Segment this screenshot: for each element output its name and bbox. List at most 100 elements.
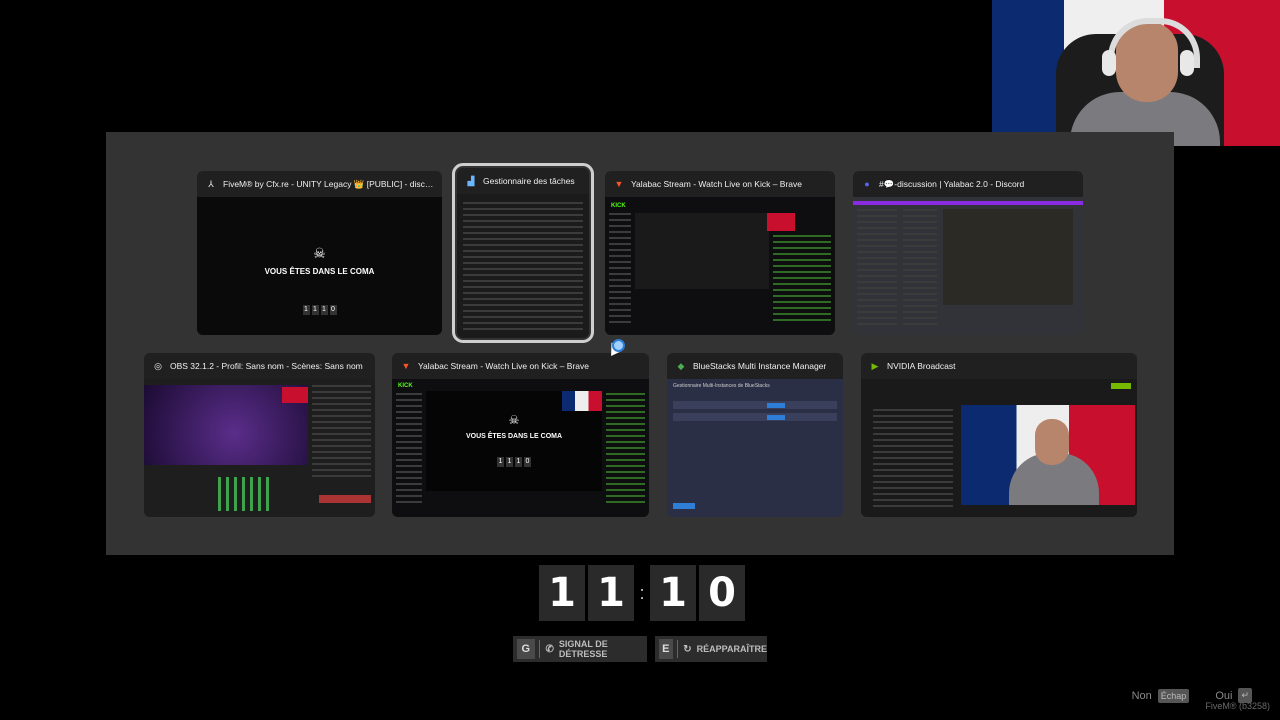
coma-text: VOUS ÊTES DANS LE COMA xyxy=(465,433,563,440)
escape-key: Échap xyxy=(1157,688,1190,703)
distress-key: G xyxy=(517,639,535,659)
chat-list xyxy=(773,235,831,323)
instance-row xyxy=(673,413,837,421)
mini-digit: 0 xyxy=(329,305,337,315)
brave-icon: ▼ xyxy=(401,361,411,371)
window-titlebar: ⅄ FiveM® by Cfx.re - UNITY Legacy 👑 [PUB… xyxy=(197,171,442,197)
bluestacks-heading: Gestionnaire Multi-Instances de BlueStac… xyxy=(673,383,770,389)
bluestacks-icon: ◆ xyxy=(677,360,685,371)
stream-video xyxy=(635,213,769,289)
timer-colon: : xyxy=(639,582,645,603)
flag-blue-stripe xyxy=(992,0,1064,146)
window-titlebar: ◎ OBS 32.1.2 - Profil: Sans nom - Scènes… xyxy=(144,353,375,379)
mini-digit: 1 xyxy=(497,457,504,467)
webcam-preview xyxy=(767,213,795,231)
mini-digit: 1 xyxy=(311,305,319,315)
window-thumbnail: KICK ☠ VOUS ÊTES DANS LE COMA 1 1 1 0 xyxy=(392,379,649,517)
distress-label: SIGNAL DE DÉTRESSE xyxy=(558,639,608,659)
window-titlebar: ▶ NVIDIA Broadcast xyxy=(861,353,1137,379)
window-titlebar: ▟ Gestionnaire des tâches xyxy=(457,168,589,194)
discord-icon: ● xyxy=(864,179,870,189)
window-thumbnail xyxy=(853,197,1083,335)
window-title: OBS 32.1.2 - Profil: Sans nom - Scènes: … xyxy=(170,361,363,371)
chat-list xyxy=(606,393,645,505)
respawn-key: E xyxy=(659,639,673,659)
obs-chat xyxy=(312,385,371,477)
coma-text: VOUS ÊTES DANS LE COMA xyxy=(264,267,375,276)
channel-list xyxy=(857,209,897,325)
window-thumbnail: KICK xyxy=(605,197,835,335)
timer-digit: 1 xyxy=(539,565,585,621)
respawn-label: RÉAPPARAÎTRE xyxy=(696,644,767,654)
window-kick-brave[interactable]: ▼ Yalabac Stream - Watch Live on Kick – … xyxy=(605,171,835,335)
window-title: NVIDIA Broadcast xyxy=(887,361,956,371)
brave-icon: ▼ xyxy=(614,179,624,189)
timer-digit: 1 xyxy=(588,565,634,621)
window-title: BlueStacks Multi Instance Manager xyxy=(693,361,827,371)
window-titlebar: ▼ Yalabac Stream - Watch Live on Kick – … xyxy=(605,171,835,197)
window-titlebar: ▼ Yalabac Stream - Watch Live on Kick – … xyxy=(392,353,649,379)
loading-icon xyxy=(612,339,625,352)
stop-streaming-button xyxy=(319,495,371,503)
respawn-hint[interactable]: E ↻ RÉAPPARAÎTRE xyxy=(655,636,767,662)
distress-signal-hint[interactable]: G ✆ SIGNAL DE DÉTRESSE xyxy=(513,636,647,662)
window-title: Gestionnaire des tâches xyxy=(483,176,575,186)
phone-icon: ✆ xyxy=(545,643,554,655)
window-thumbnail xyxy=(861,379,1137,517)
no-label[interactable]: Non xyxy=(1132,690,1152,702)
instance-row xyxy=(673,401,837,409)
preview-head xyxy=(1035,419,1069,465)
window-obs[interactable]: ◎ OBS 32.1.2 - Profil: Sans nom - Scènes… xyxy=(144,353,375,517)
window-title: FiveM® by Cfx.re - UNITY Legacy 👑 [PUBLI… xyxy=(223,178,434,189)
process-list xyxy=(463,202,583,332)
timer-digit: 1 xyxy=(650,565,696,621)
window-titlebar: ● #💬-discussion | Yalabac 2.0 - Discord xyxy=(853,171,1083,197)
window-nvidia-broadcast[interactable]: ▶ NVIDIA Broadcast xyxy=(861,353,1137,517)
window-switcher: ⅄ FiveM® by Cfx.re - UNITY Legacy 👑 [PUB… xyxy=(106,132,1174,555)
window-title: Yalabac Stream - Watch Live on Kick – Br… xyxy=(418,361,590,371)
window-fivem[interactable]: ⅄ FiveM® by Cfx.re - UNITY Legacy 👑 [PUB… xyxy=(197,171,442,335)
window-title: #💬-discussion | Yalabac 2.0 - Discord xyxy=(879,178,1025,189)
timer-digit: 0 xyxy=(699,565,745,621)
divider xyxy=(676,640,678,658)
webcam-overlay xyxy=(992,0,1280,146)
effects-list xyxy=(873,409,953,507)
window-thumbnail: Gestionnaire Multi-Instances de BlueStac… xyxy=(667,379,843,517)
skull-icon: ☠ xyxy=(508,413,520,427)
obs-icon: ◎ xyxy=(154,360,162,371)
obs-webcam-source xyxy=(282,387,308,403)
refresh-icon: ↻ xyxy=(683,643,692,655)
camera-preview xyxy=(961,405,1135,505)
sidebar-list xyxy=(609,213,631,325)
window-titlebar: ◆ BlueStacks Multi Instance Manager xyxy=(667,353,843,379)
window-thumbnail xyxy=(144,379,375,517)
headphone-right-cup xyxy=(1180,50,1194,76)
nvidia-icon: ▶ xyxy=(871,360,879,371)
window-discord[interactable]: ● #💬-discussion | Yalabac 2.0 - Discord xyxy=(853,171,1083,335)
headphone-left-cup xyxy=(1102,50,1116,76)
task-manager-icon: ▟ xyxy=(467,175,475,186)
new-instance-button xyxy=(673,503,695,509)
kick-logo: KICK xyxy=(398,383,413,389)
version-text: FiveM® (b3258) xyxy=(1205,701,1270,711)
window-task-manager[interactable]: ▟ Gestionnaire des tâches xyxy=(452,163,594,343)
window-bluestacks[interactable]: ◆ BlueStacks Multi Instance Manager Gest… xyxy=(667,353,843,517)
mini-digit: 1 xyxy=(320,305,328,315)
start-button xyxy=(767,403,785,408)
message-list xyxy=(903,209,937,325)
mini-digit: 0 xyxy=(524,457,531,467)
nvidia-button xyxy=(1111,383,1131,389)
yes-label[interactable]: Oui xyxy=(1215,690,1232,702)
window-thumbnail: ☠ VOUS ÊTES DANS LE COMA 1 1 1 0 xyxy=(197,197,442,335)
mini-timer: 1 1 1 0 xyxy=(302,305,337,315)
start-button xyxy=(767,415,785,420)
chat-area xyxy=(943,209,1073,305)
mini-digit: 1 xyxy=(515,457,522,467)
skull-icon: ☠ xyxy=(313,245,326,261)
respawn-timer: 1 1 : 1 0 xyxy=(539,565,745,621)
mini-timer: 1 1 1 0 xyxy=(497,457,531,467)
audio-mixer xyxy=(218,477,274,511)
window-thumbnail xyxy=(457,194,589,338)
window-kick-brave-2[interactable]: ▼ Yalabac Stream - Watch Live on Kick – … xyxy=(392,353,649,517)
kick-logo: KICK xyxy=(611,203,626,209)
